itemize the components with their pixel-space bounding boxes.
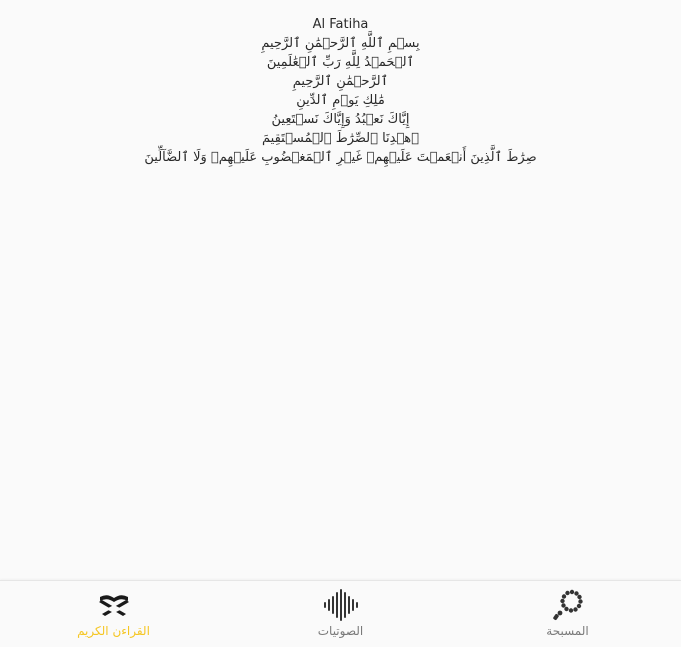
audio-waveform-icon <box>323 589 359 621</box>
ayah-6: ٱهۡدِنَا ٱلصِّرَٰطَ ٱلۡمُسۡتَقِيمَ <box>262 131 419 146</box>
ayah-4: مَٰلِكِ يَوۡمِ ٱلدِّينِ <box>296 93 385 108</box>
nav-item-misbaha[interactable]: المسبحة <box>454 581 681 647</box>
bottom-navigation: القراءن الكريم الصوتيات المسبحة <box>0 580 681 647</box>
ayah-5: إِيَّاكَ نَعۡبُدُ وَإِيَّاكَ نَسۡتَعِينُ <box>271 112 410 127</box>
prayer-beads-icon <box>550 589 586 621</box>
ayah-7: صِرَٰطَ ٱلَّذِينَ أَنۡعَمۡتَ عَلَيۡهِمۡ … <box>144 150 537 165</box>
nav-label-audio: الصوتيات <box>317 624 364 638</box>
ayah-2: ٱلۡحَمۡدُ لِلَّهِ رَبِّ ٱلۡعَٰلَمِينَ <box>266 55 415 70</box>
surah-title: Al Fatiha <box>312 17 369 32</box>
nav-item-quran[interactable]: القراءن الكريم <box>0 581 227 647</box>
nav-label-quran: القراءن الكريم <box>77 624 150 638</box>
ayah-1: بِسۡمِ ٱللَّهِ ٱلرَّحۡمَٰنِ ٱلرَّحِيمِ <box>261 36 420 51</box>
quran-book-icon <box>96 589 132 621</box>
nav-label-misbaha: المسبحة <box>546 624 589 638</box>
surah-content: Al Fatiha بِسۡمِ ٱللَّهِ ٱلرَّحۡمَٰنِ ٱل… <box>0 16 681 167</box>
nav-item-audio[interactable]: الصوتيات <box>227 581 454 647</box>
ayah-3: ٱلرَّحۡمَٰنِ ٱلرَّحِيمِ <box>292 74 389 89</box>
app-screen: Al Fatiha بِسۡمِ ٱللَّهِ ٱلرَّحۡمَٰنِ ٱل… <box>0 0 681 647</box>
